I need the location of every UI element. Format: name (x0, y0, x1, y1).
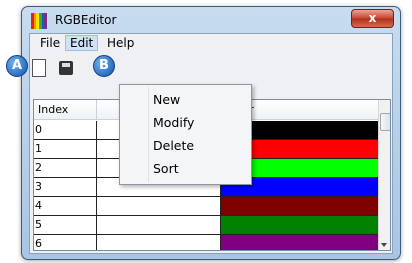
toolbar (30, 53, 392, 83)
index-cell[interactable]: 1 (34, 140, 97, 159)
title-bar[interactable]: RGBEditor x (22, 7, 400, 35)
edit-menu-dropdown: New Modify Delete Sort (119, 84, 252, 185)
menu-item-new[interactable]: New (153, 92, 180, 107)
index-cell[interactable]: 6 (34, 235, 97, 250)
menu-file[interactable]: File (36, 36, 64, 50)
table-row[interactable]: 5 (34, 216, 379, 235)
scroll-down-arrow-icon[interactable] (381, 243, 387, 247)
floppy-disk-icon (59, 61, 73, 75)
name-cell[interactable] (97, 216, 221, 235)
new-file-button[interactable] (27, 57, 49, 79)
icon-stripe (44, 13, 48, 29)
name-cell[interactable] (97, 235, 221, 250)
callout-a-badge: A (6, 55, 28, 77)
menu-item-modify[interactable]: Modify (153, 115, 194, 130)
column-header-index[interactable]: Index (34, 100, 97, 120)
callout-b-badge: B (93, 55, 115, 77)
client-area: File Edit Help Index Color 0123456 (29, 33, 393, 254)
menu-gutter (148, 87, 149, 182)
index-cell[interactable]: 0 (34, 121, 97, 140)
new-document-icon (32, 59, 46, 77)
app-icon (31, 13, 48, 29)
table-row[interactable]: 4 (34, 197, 379, 216)
vertical-scrollbar[interactable] (378, 100, 390, 250)
save-button[interactable] (55, 57, 77, 79)
menu-edit[interactable]: Edit (65, 35, 99, 51)
scrollbar-thumb[interactable] (380, 113, 390, 131)
name-cell[interactable] (97, 197, 221, 216)
menu-help[interactable]: Help (103, 36, 138, 50)
menu-item-sort[interactable]: Sort (153, 161, 179, 176)
menu-bar: File Edit Help (30, 34, 392, 52)
color-swatch-cell[interactable] (221, 197, 379, 216)
menu-item-delete[interactable]: Delete (153, 138, 194, 153)
color-swatch-cell[interactable] (221, 235, 379, 250)
color-swatch-cell[interactable] (221, 216, 379, 235)
index-cell[interactable]: 5 (34, 216, 97, 235)
table-row[interactable]: 6 (34, 235, 379, 250)
index-cell[interactable]: 2 (34, 159, 97, 178)
index-cell[interactable]: 3 (34, 178, 97, 197)
index-cell[interactable]: 4 (34, 197, 97, 216)
app-window: RGBEditor x File Edit Help Index Color 0… (21, 6, 401, 260)
close-button[interactable]: x (351, 9, 394, 28)
window-title: RGBEditor (55, 13, 117, 27)
